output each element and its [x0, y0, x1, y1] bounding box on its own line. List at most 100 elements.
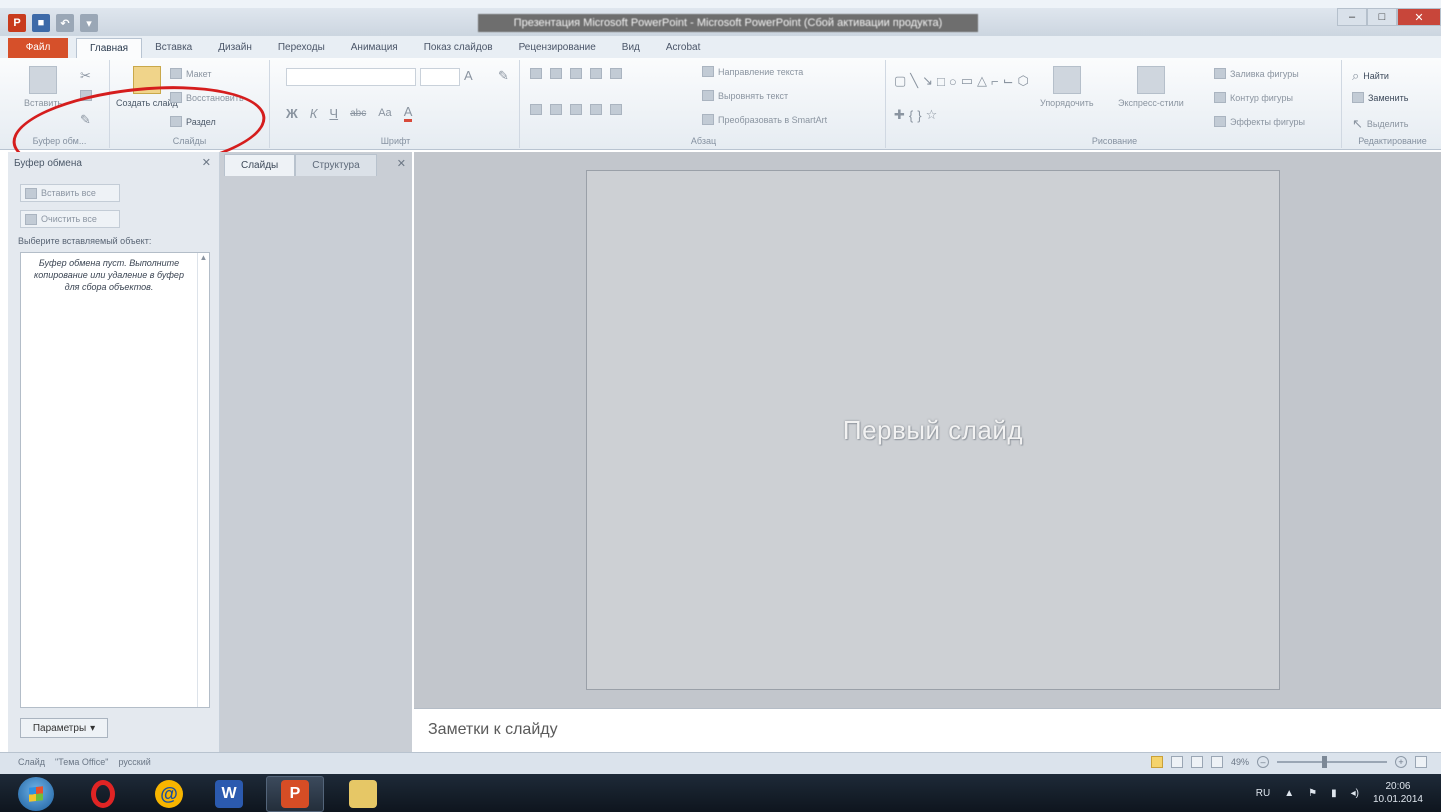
tab-acrobat[interactable]: Acrobat	[653, 38, 713, 58]
align-text-button[interactable]: Выровнять текст	[702, 90, 788, 101]
shape-outline-button[interactable]: Контур фигуры	[1214, 92, 1293, 103]
slide-sorter-view-icon[interactable]	[1170, 756, 1183, 768]
clock-date: 10.01.2014	[1372, 794, 1423, 805]
tab-slide-show[interactable]: Показ слайдов	[411, 38, 506, 58]
copy-button[interactable]	[80, 90, 92, 101]
arrange-label: Упорядочить	[1040, 98, 1094, 108]
clear-all-button[interactable]: Очистить все	[20, 210, 120, 228]
strikethrough-button[interactable]: abc	[350, 108, 366, 119]
grow-font-button[interactable]: A	[464, 68, 473, 83]
reading-view-icon[interactable]	[1190, 756, 1203, 768]
mail-ru-agent-icon: @	[155, 780, 183, 808]
tab-view[interactable]: Вид	[609, 38, 653, 58]
decrease-indent-icon[interactable]	[570, 68, 582, 79]
save-icon[interactable]: ■	[32, 14, 50, 32]
smartart-button[interactable]: Преобразовать в SmartArt	[702, 114, 827, 125]
numbering-icon[interactable]	[550, 68, 562, 79]
language-indicator[interactable]: RU	[1256, 788, 1270, 799]
volume-icon[interactable]: ◂)	[1351, 788, 1359, 799]
bullets-icon[interactable]	[530, 68, 542, 79]
layout-button[interactable]: Макет	[170, 68, 211, 79]
show-hidden-icons[interactable]: ▲	[1284, 788, 1294, 799]
tab-slides[interactable]: Слайды	[224, 154, 296, 176]
cut-button[interactable]: ✂	[80, 68, 91, 84]
slides-pane-tabs: Слайды Структура	[224, 154, 377, 176]
increase-indent-icon[interactable]	[590, 68, 602, 79]
tab-file[interactable]: Файл	[8, 38, 68, 58]
arrange-button[interactable]: Упорядочить	[1040, 66, 1094, 108]
slide-show-view-icon[interactable]	[1210, 756, 1223, 768]
slide-title-placeholder[interactable]: Первый слайд	[843, 415, 1023, 446]
maximize-button[interactable]: □	[1367, 8, 1397, 26]
tab-insert[interactable]: Вставка	[142, 38, 205, 58]
justify-icon[interactable]	[590, 104, 602, 115]
network-icon[interactable]: ▮	[1331, 788, 1337, 799]
scroll-up-icon[interactable]: ▲	[198, 253, 209, 262]
find-button[interactable]: ⌕ Найти	[1352, 68, 1389, 84]
close-button[interactable]: ✕	[1397, 8, 1441, 26]
clear-all-label: Очистить все	[41, 214, 97, 224]
font-size-select[interactable]	[420, 68, 460, 86]
slide-canvas[interactable]: Первый слайд	[586, 170, 1280, 690]
underline-button[interactable]: Ч	[329, 106, 338, 121]
taskbar-opera[interactable]	[74, 776, 132, 812]
notes-pane[interactable]: Заметки к слайду	[414, 708, 1441, 752]
select-button[interactable]: ↖ Выделить	[1352, 116, 1408, 132]
tab-review[interactable]: Рецензирование	[506, 38, 609, 58]
normal-view-icon[interactable]	[1150, 756, 1163, 768]
quick-styles-button[interactable]: Экспресс-стили	[1118, 66, 1184, 108]
new-slide-button[interactable]: Создать слайд	[116, 66, 178, 108]
align-center-icon[interactable]	[550, 104, 562, 115]
status-language[interactable]: русский	[118, 757, 150, 767]
clipboard-scrollbar[interactable]: ▲	[197, 253, 209, 707]
taskbar-mail-ru[interactable]: @	[140, 776, 198, 812]
line-spacing-icon[interactable]	[610, 68, 622, 79]
customize-qat-icon[interactable]: ▾	[80, 14, 98, 32]
clock[interactable]: 20:06 10.01.2014	[1373, 780, 1423, 806]
format-painter-button[interactable]: ✎	[80, 112, 91, 128]
shape-fill-button[interactable]: Заливка фигуры	[1214, 68, 1299, 79]
taskbar-word[interactable]: W	[200, 776, 258, 812]
text-direction-button[interactable]: Направление текста	[702, 66, 803, 77]
tab-transitions[interactable]: Переходы	[265, 38, 338, 58]
zoom-in-button[interactable]: +	[1395, 756, 1407, 768]
clipboard-items-list[interactable]: Буфер обмена пуст. Выполните копирование…	[20, 252, 210, 708]
clipboard-options-button[interactable]: Параметры ▾	[20, 718, 108, 738]
paste-all-button[interactable]: Вставить все	[20, 184, 120, 202]
start-button[interactable]	[18, 777, 54, 811]
zoom-level[interactable]: 49%	[1231, 757, 1249, 767]
powerpoint-app-icon[interactable]: P	[8, 14, 26, 32]
copy-icon	[80, 90, 92, 101]
bold-button[interactable]: Ж	[286, 106, 298, 121]
font-name-select[interactable]	[286, 68, 416, 86]
section-button[interactable]: Раздел	[170, 116, 216, 127]
taskbar-powerpoint[interactable]: P	[266, 776, 324, 812]
columns-icon[interactable]	[610, 104, 622, 115]
minimize-button[interactable]: –	[1337, 8, 1367, 26]
taskbar-explorer[interactable]	[334, 776, 392, 812]
align-left-icon[interactable]	[530, 104, 542, 115]
change-case-button[interactable]: Aa	[378, 107, 391, 119]
slides-pane-close-icon[interactable]: ✕	[397, 157, 406, 170]
grow-font-icon: A	[464, 68, 473, 83]
tab-outline[interactable]: Структура	[295, 154, 377, 176]
clipboard-pane-close-icon[interactable]: ✕	[202, 156, 211, 169]
align-right-icon[interactable]	[570, 104, 582, 115]
font-color-button[interactable]: A	[403, 104, 413, 122]
shape-effects-button[interactable]: Эффекты фигуры	[1214, 116, 1305, 127]
tab-home[interactable]: Главная	[76, 38, 143, 58]
zoom-out-button[interactable]: –	[1257, 756, 1269, 768]
zoom-slider[interactable]	[1277, 756, 1387, 768]
undo-icon[interactable]: ↶	[56, 14, 74, 32]
tab-animations[interactable]: Анимация	[338, 38, 411, 58]
italic-button[interactable]: К	[310, 106, 318, 121]
fit-to-window-icon[interactable]	[1415, 756, 1427, 768]
tab-design[interactable]: Дизайн	[205, 38, 265, 58]
action-center-flag-icon[interactable]: ⚑	[1308, 788, 1317, 799]
paste-button[interactable]: Вставить	[24, 66, 62, 108]
reset-button[interactable]: Восстановить	[170, 92, 244, 103]
cut-icon: ✂	[80, 68, 91, 83]
replace-button[interactable]: Заменить	[1352, 92, 1408, 103]
shapes-gallery[interactable]: ▢ ╲ ↘ □ ○ ▭ △ ⌐ ⌙ ⬡ ✚ { } ☆	[894, 66, 1034, 130]
clear-format-button[interactable]: ✎	[498, 68, 509, 84]
